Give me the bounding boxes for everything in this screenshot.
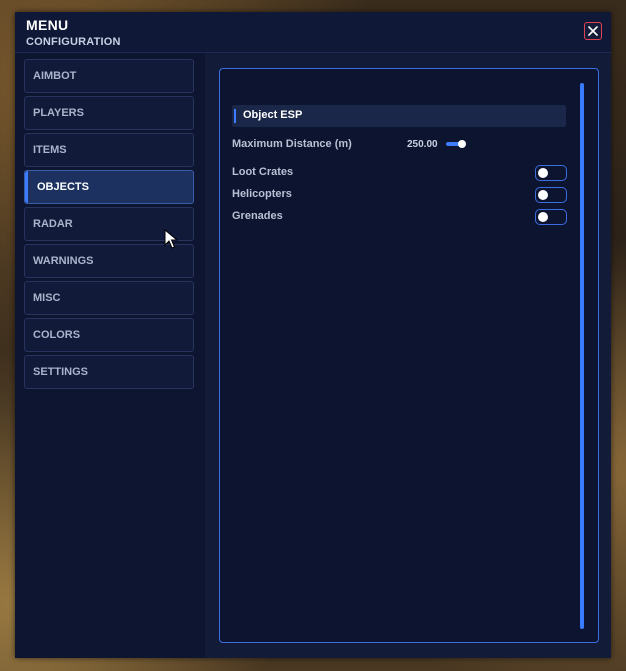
- close-button[interactable]: [584, 22, 602, 40]
- grenades-label: Grenades: [232, 210, 283, 222]
- helicopters-toggle[interactable]: [535, 187, 567, 203]
- title-bar: MENU CONFIGURATION: [15, 12, 611, 53]
- window-subtitle: CONFIGURATION: [26, 36, 121, 48]
- toggle-knob: [538, 212, 548, 222]
- toggle-knob: [538, 168, 548, 178]
- sidebar-item-items[interactable]: ITEMS: [24, 133, 194, 167]
- section-header: Object ESP: [232, 105, 566, 127]
- max-distance-value: 250.00: [407, 139, 438, 150]
- mouse-cursor-icon: [164, 229, 178, 249]
- sidebar-item-misc[interactable]: MISC: [24, 281, 194, 315]
- slider-knob[interactable]: [458, 140, 466, 148]
- menu-window: MENU CONFIGURATION AIMBOT PLAYERS ITEMS …: [15, 12, 611, 658]
- helicopters-label: Helicopters: [232, 188, 292, 200]
- grenades-toggle[interactable]: [535, 209, 567, 225]
- toggle-knob: [538, 190, 548, 200]
- section-title: Object ESP: [243, 109, 303, 121]
- window-title: MENU: [26, 17, 69, 33]
- max-distance-slider[interactable]: [446, 140, 468, 148]
- max-distance-label: Maximum Distance (m): [232, 138, 352, 150]
- sidebar-item-colors[interactable]: COLORS: [24, 318, 194, 352]
- sidebar-item-players[interactable]: PLAYERS: [24, 96, 194, 130]
- sidebar-item-objects[interactable]: OBJECTS: [24, 170, 194, 204]
- settings-panel: Object ESP Maximum Distance (m) 250.00 L…: [219, 68, 599, 643]
- sidebar: AIMBOT PLAYERS ITEMS OBJECTS RADAR WARNI…: [24, 59, 194, 392]
- sidebar-item-aimbot[interactable]: AIMBOT: [24, 59, 194, 93]
- sidebar-item-warnings[interactable]: WARNINGS: [24, 244, 194, 278]
- close-icon: [588, 26, 598, 36]
- scrollbar[interactable]: [580, 83, 584, 629]
- sidebar-item-settings[interactable]: SETTINGS: [24, 355, 194, 389]
- loot-crates-label: Loot Crates: [232, 166, 294, 178]
- loot-crates-toggle[interactable]: [535, 165, 567, 181]
